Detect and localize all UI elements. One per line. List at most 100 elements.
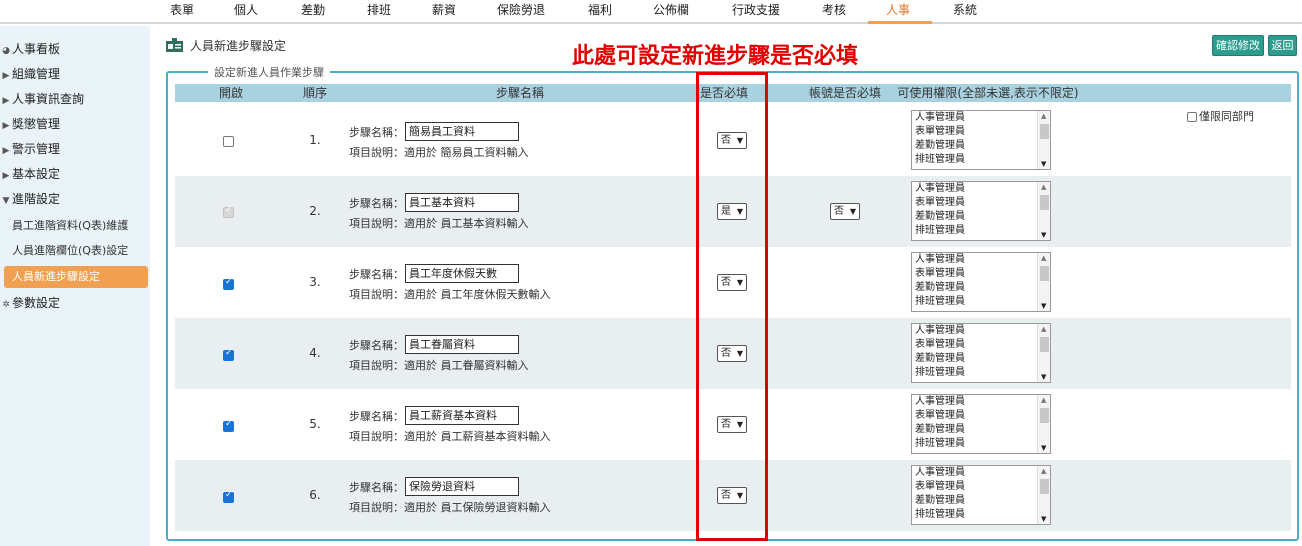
listbox-option[interactable]: 排班管理員	[915, 224, 965, 238]
listbox-option[interactable]: 表單管理員	[915, 409, 965, 423]
listbox-option[interactable]: 差勤管理員	[915, 210, 965, 224]
enable-checkbox[interactable]	[223, 136, 234, 147]
scroll-down-icon[interactable]: ▼	[1041, 302, 1046, 310]
enable-checkbox[interactable]	[223, 277, 234, 290]
enable-checkbox[interactable]	[223, 348, 234, 361]
listbox-scrollbar[interactable]: ▲ ▼	[1037, 395, 1050, 453]
listbox-scrollbar[interactable]: ▲ ▼	[1037, 466, 1050, 524]
nav-item-system[interactable]: 系統	[953, 0, 977, 22]
listbox-scrollbar[interactable]: ▲ ▼	[1037, 253, 1050, 311]
sidebar-subitem-q-data[interactable]: 員工進階資料(Q表)維護	[12, 216, 128, 236]
listbox-option[interactable]: 表單管理員	[915, 125, 965, 139]
listbox-scrollbar[interactable]: ▲ ▼	[1037, 111, 1050, 169]
step-name-input[interactable]: 簡易員工資料	[405, 122, 519, 141]
page-title: 人員新進步驟設定	[190, 39, 287, 53]
sidebar-item-advanced-settings[interactable]: ▼ 進階設定	[0, 188, 60, 210]
sidebar-item-rewards[interactable]: ▶ 獎懲管理	[0, 113, 60, 135]
listbox-scrollbar[interactable]: ▲ ▼	[1037, 324, 1050, 382]
sidebar-item-label: 人事看板	[12, 42, 61, 56]
step-name-label: 步驟名稱：	[349, 126, 404, 139]
listbox-option[interactable]: 排班管理員	[915, 366, 965, 380]
step-name-input[interactable]: 員工年度休假天數	[405, 264, 519, 283]
enable-checkbox[interactable]	[223, 490, 234, 503]
sidebar-item-alerts[interactable]: ▶ 警示管理	[0, 138, 60, 160]
nav-item-bulletin[interactable]: 公佈欄	[653, 0, 689, 22]
listbox-option[interactable]: 表單管理員	[915, 338, 965, 352]
nav-item-salary[interactable]: 薪資	[432, 0, 456, 22]
enable-checkbox[interactable]	[223, 419, 234, 432]
permission-listbox[interactable]: 人事管理員 表單管理員 差勤管理員 排班管理員 ▲ ▼	[911, 394, 1051, 454]
annotation-text: 此處可設定新進步驟是否必填	[572, 43, 859, 69]
listbox-option[interactable]: 人事管理員	[915, 253, 965, 267]
scroll-thumb[interactable]	[1040, 337, 1049, 352]
permission-listbox[interactable]: 人事管理員 表單管理員 差勤管理員 排班管理員 ▲ ▼	[911, 181, 1051, 241]
listbox-option[interactable]: 排班管理員	[915, 437, 965, 451]
step-name-input[interactable]: 員工眷屬資料	[405, 335, 519, 354]
scroll-thumb[interactable]	[1040, 124, 1049, 139]
listbox-option[interactable]: 人事管理員	[915, 182, 965, 196]
permission-listbox[interactable]: 人事管理員 表單管理員 差勤管理員 排班管理員 ▲ ▼	[911, 252, 1051, 312]
same-dept-checkbox[interactable]	[1187, 112, 1197, 122]
sidebar-item-parameters[interactable]: ✲ 參數設定	[0, 292, 60, 314]
permission-listbox[interactable]: 人事管理員 表單管理員 差勤管理員 排班管理員 ▲ ▼	[911, 110, 1051, 170]
listbox-option[interactable]: 表單管理員	[915, 196, 965, 210]
permission-listbox[interactable]: 人事管理員 表單管理員 差勤管理員 排班管理員 ▲ ▼	[911, 323, 1051, 383]
back-button[interactable]: 返回	[1268, 35, 1297, 56]
nav-item-forms[interactable]: 表單	[170, 0, 194, 22]
step-name-label: 步驟名稱：	[349, 197, 404, 210]
nav-item-insurance[interactable]: 保險勞退	[497, 0, 545, 22]
scroll-down-icon[interactable]: ▼	[1041, 444, 1046, 452]
scroll-thumb[interactable]	[1040, 266, 1049, 281]
scroll-down-icon[interactable]: ▼	[1041, 160, 1046, 168]
scroll-down-icon[interactable]: ▼	[1041, 515, 1046, 523]
scroll-up-icon[interactable]: ▲	[1041, 325, 1046, 333]
sidebar-subitem-onboarding-steps[interactable]: 人員新進步驟設定	[4, 266, 148, 288]
scroll-up-icon[interactable]: ▲	[1041, 112, 1046, 120]
gear-icon: ✲	[2, 300, 10, 310]
listbox-option[interactable]: 排班管理員	[915, 508, 965, 522]
sidebar-item-label: 警示管理	[12, 142, 61, 156]
listbox-option[interactable]: 人事管理員	[915, 111, 965, 125]
listbox-option[interactable]: 排班管理員	[915, 295, 965, 309]
permission-listbox[interactable]: 人事管理員 表單管理員 差勤管理員 排班管理員 ▲ ▼	[911, 465, 1051, 525]
nav-item-welfare[interactable]: 福利	[588, 0, 612, 22]
listbox-option[interactable]: 人事管理員	[915, 324, 965, 338]
sidebar-item-hr-query[interactable]: ▶ 人事資訊查詢	[0, 88, 84, 110]
nav-item-review[interactable]: 考核	[822, 0, 846, 22]
scroll-thumb[interactable]	[1040, 195, 1049, 210]
step-name-input[interactable]: 保險勞退資料	[405, 477, 519, 496]
account-required-select[interactable]: 否 ▼	[830, 203, 860, 220]
sidebar-item-label: 獎懲管理	[12, 117, 61, 131]
listbox-option[interactable]: 差勤管理員	[915, 423, 965, 437]
nav-item-admin-support[interactable]: 行政支援	[732, 0, 780, 22]
nav-item-personal[interactable]: 個人	[234, 0, 258, 22]
listbox-option[interactable]: 排班管理員	[915, 153, 965, 167]
listbox-option[interactable]: 差勤管理員	[915, 281, 965, 295]
step-name-input[interactable]: 員工基本資料	[405, 193, 519, 212]
scroll-down-icon[interactable]: ▼	[1041, 373, 1046, 381]
confirm-button[interactable]: 確認修改	[1212, 35, 1264, 56]
scroll-up-icon[interactable]: ▲	[1041, 467, 1046, 475]
scroll-thumb[interactable]	[1040, 408, 1049, 423]
scroll-up-icon[interactable]: ▲	[1041, 396, 1046, 404]
nav-item-hr[interactable]: 人事	[886, 0, 910, 22]
scroll-up-icon[interactable]: ▲	[1041, 183, 1046, 191]
scroll-thumb[interactable]	[1040, 479, 1049, 494]
listbox-option[interactable]: 差勤管理員	[915, 352, 965, 366]
sidebar-item-hr-dashboard[interactable]: ◕ 人事看板	[0, 38, 60, 60]
listbox-option[interactable]: 差勤管理員	[915, 139, 965, 153]
scroll-up-icon[interactable]: ▲	[1041, 254, 1046, 262]
listbox-scrollbar[interactable]: ▲ ▼	[1037, 182, 1050, 240]
sidebar-item-basic-settings[interactable]: ▶ 基本設定	[0, 163, 60, 185]
scroll-down-icon[interactable]: ▼	[1041, 231, 1046, 239]
nav-item-attendance[interactable]: 差勤	[301, 0, 325, 22]
sidebar-subitem-q-fields[interactable]: 人員進階欄位(Q表)設定	[12, 241, 128, 261]
listbox-option[interactable]: 表單管理員	[915, 267, 965, 281]
listbox-option[interactable]: 人事管理員	[915, 466, 965, 480]
nav-item-schedule[interactable]: 排班	[367, 0, 391, 22]
listbox-option[interactable]: 表單管理員	[915, 480, 965, 494]
listbox-option[interactable]: 人事管理員	[915, 395, 965, 409]
listbox-option[interactable]: 差勤管理員	[915, 494, 965, 508]
sidebar-item-org[interactable]: ▶ 組織管理	[0, 63, 60, 85]
step-name-input[interactable]: 員工薪資基本資料	[405, 406, 519, 425]
